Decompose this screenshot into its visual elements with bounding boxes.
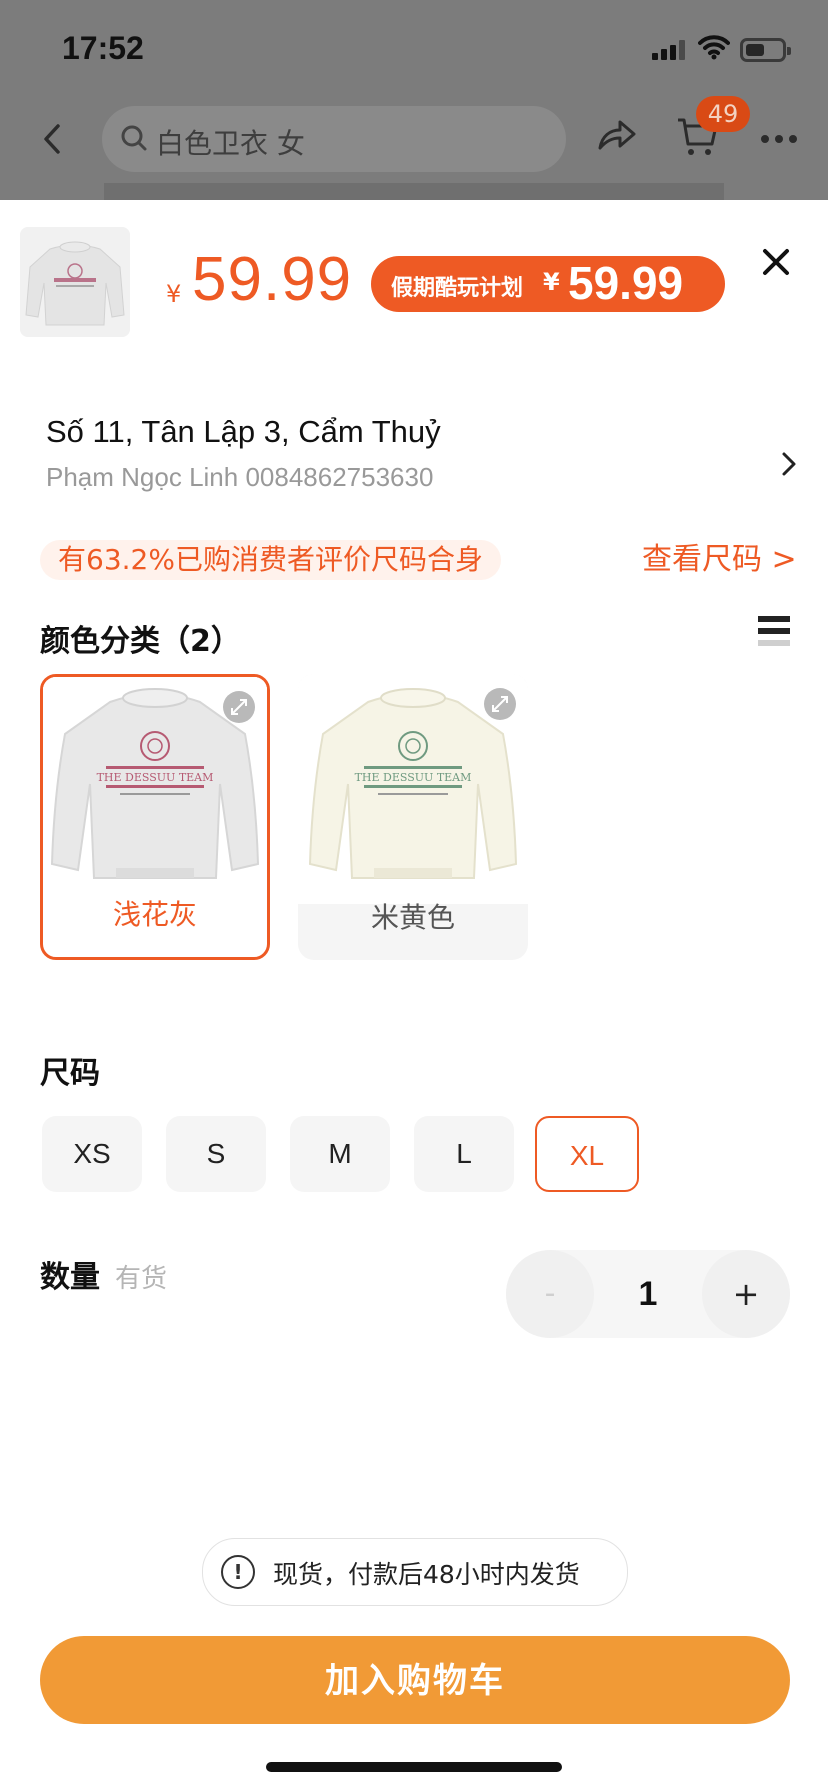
color-option-light-grey[interactable]: THE DESSUU TEAM 浅花灰 [40,674,270,960]
stock-status: 有货 [115,1264,168,1294]
status-bar: 17:52 [0,0,828,100]
size-guide-link[interactable]: 查看尺码 > [642,540,797,580]
chevron-right-icon [782,452,796,476]
color-option-label: 米黄色 [370,901,455,934]
sku-selection-sheet: ¥ 59.99 假期酷玩计划 ¥ 59.99 Số 11, Tân Lập 3,… [0,200,828,1792]
size-option-l[interactable]: L [414,1116,514,1192]
expand-icon[interactable] [484,688,516,720]
size-option-s[interactable]: S [166,1116,266,1192]
promo-label: 假期酷玩计划 [391,276,524,301]
add-to-cart-button[interactable]: 加入购物车 [40,1636,790,1724]
background-page: 17:52 白色卫衣 女 49 [0,0,828,200]
exclamation-icon: ! [221,1555,255,1589]
cart-count-badge: 49 [696,96,750,132]
promo-price: 59.99 [568,257,684,309]
sweater-print-text: THE DESSUU TEAM [355,771,472,784]
promo-price-badge: 假期酷玩计划 ¥ 59.99 [371,256,725,312]
background-image-edge [104,183,724,200]
search-icon [121,125,147,151]
sweater-print-text: THE DESSUU TEAM [97,771,214,784]
expand-icon[interactable] [223,691,255,723]
back-arrow-icon[interactable] [38,122,68,156]
status-time: 17:52 [62,30,144,66]
color-section-title: 颜色分类（2） [40,624,241,659]
quantity-increase-button[interactable]: + [702,1250,790,1338]
shipping-notice: ! 现货，付款后48小时内发货 [202,1538,628,1606]
share-icon[interactable] [596,118,638,152]
wifi-icon [698,35,730,60]
quantity-value: 1 [638,1275,658,1313]
search-query: 白色卫衣 女 [156,127,305,160]
quantity-stepper: - 1 + [506,1250,790,1338]
product-price: 59.99 [192,245,353,314]
battery-icon [740,38,791,62]
shipping-notice-text: 现货，付款后48小时内发货 [273,1560,580,1589]
size-option-m[interactable]: M [290,1116,390,1192]
quantity-title: 数量 [40,1260,100,1295]
price-currency: ¥ [166,280,182,308]
promo-currency: ¥ [543,268,560,296]
cellular-signal-icon [652,40,685,60]
quantity-decrease-button[interactable]: - [506,1250,594,1338]
size-fit-rating: 有63.2%已购消费者评价尺码合身 [40,540,501,580]
color-option-label: 浅花灰 [112,898,197,931]
size-section-title: 尺码 [40,1056,100,1091]
product-thumbnail[interactable] [20,227,130,337]
address-recipient: Phạm Ngọc Linh 0084862753630 [46,462,434,492]
close-icon[interactable] [756,242,796,282]
address-line: Số 11, Tân Lập 3, Cẩm Thuỷ [46,414,441,449]
size-option-xs[interactable]: XS [42,1116,142,1192]
more-options-icon[interactable] [760,134,798,144]
search-input[interactable]: 白色卫衣 女 [102,106,566,172]
size-option-xl[interactable]: XL [535,1116,639,1192]
home-indicator [266,1762,562,1772]
shipping-address-row[interactable]: Số 11, Tân Lập 3, Cẩm Thuỷ Phạm Ngọc Lin… [0,410,828,506]
list-view-icon[interactable] [758,616,790,646]
color-option-cream[interactable]: THE DESSUU TEAM 米黄色 [298,674,528,960]
sweater-thumbnail-image [20,227,130,337]
